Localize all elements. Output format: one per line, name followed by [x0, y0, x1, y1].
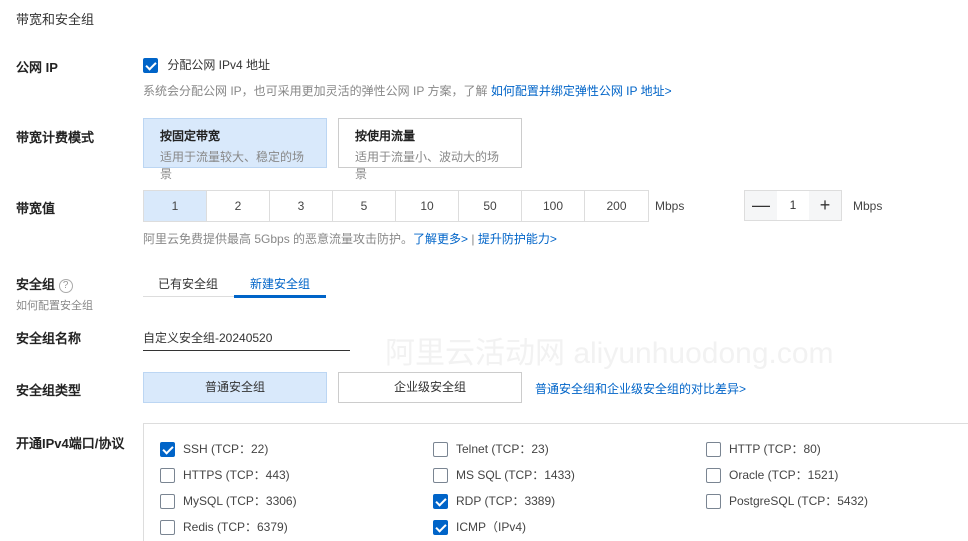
checkbox-checked-icon [433, 520, 448, 536]
port-label: MySQL (TCP：3306) [183, 494, 297, 508]
checkbox-unchecked-icon [706, 494, 721, 510]
port-label: Redis (TCP：6379) [183, 520, 288, 534]
label-text: 安全组 [16, 277, 56, 292]
stepper-input[interactable]: 1 [777, 191, 809, 220]
checkbox-checked-icon [143, 58, 158, 74]
billing-label: 带宽计费模式 [16, 130, 95, 145]
sg-name-label: 安全组名称 [16, 331, 82, 346]
watermark: 阿里云活动网 aliyunhuodong.com [385, 337, 834, 370]
sg-name-input[interactable]: 自定义安全组-20240520 [143, 329, 350, 351]
port-label: Telnet (TCP：23) [456, 442, 549, 456]
sg-type-label: 安全组类型 [16, 383, 82, 398]
bandwidth-option[interactable]: 1 [144, 191, 207, 221]
hint-text: 系统会分配公网 IP，也可采用更加灵活的弹性公网 IP 方案，了解 [143, 84, 491, 98]
port-checkbox[interactable]: RDP (TCP：3389) [433, 492, 556, 510]
security-group-help-text[interactable]: 如何配置安全组 [16, 297, 93, 313]
billing-traffic-card[interactable]: 按使用流量适用于流量小、波动大的场景 [338, 118, 522, 181]
port-checkbox[interactable]: HTTP (TCP：80) [706, 440, 821, 458]
port-checkbox[interactable]: Telnet (TCP：23) [433, 440, 549, 458]
checkbox-unchecked-icon [706, 442, 721, 458]
help-icon[interactable]: ? [58, 278, 73, 293]
checkbox-unchecked-icon [433, 442, 448, 458]
card-title: 按使用流量 [355, 129, 416, 143]
checkbox-unchecked-icon [433, 468, 448, 484]
sg-compare-link[interactable]: 普通安全组和企业级安全组的对比差异> [535, 380, 746, 397]
port-checkbox[interactable]: Oracle (TCP：1521) [706, 466, 839, 484]
checkbox-checked-icon [433, 494, 448, 510]
port-checkbox[interactable]: MS SQL (TCP：1433) [433, 466, 575, 484]
billing-fixed-card[interactable]: 按固定带宽适用于流量较大、稳定的场景 [143, 118, 327, 181]
card-desc: 适用于流量较大、稳定的场景 [160, 150, 305, 181]
port-label: PostgreSQL (TCP：5432) [729, 494, 868, 508]
tab-existing-sg[interactable]: 已有安全组 [158, 275, 218, 292]
card-title: 按固定带宽 [160, 129, 221, 143]
hint-text: 阿里云免费提供最高 5Gbps 的恶意流量攻击防护。 [143, 232, 414, 246]
bandwidth-option[interactable]: 50 [459, 191, 522, 221]
port-label: SSH (TCP：22) [183, 442, 269, 456]
ports-label: 开通IPv4端口/协议 [16, 436, 125, 451]
public-ip-label: 公网 IP [16, 60, 58, 75]
bandwidth-option[interactable]: 200 [585, 191, 648, 221]
minus-button[interactable]: — [745, 191, 777, 220]
plus-button[interactable]: + [809, 191, 841, 220]
security-group-label: 安全组 ? [16, 274, 73, 293]
separator: | [468, 232, 478, 246]
sg-type-normal[interactable]: 普通安全组 [143, 372, 327, 403]
port-checkbox[interactable]: MySQL (TCP：3306) [160, 492, 297, 510]
public-ip-checkbox-label: 分配公网 IPv4 地址 [167, 58, 271, 72]
stepper-unit: Mbps [853, 199, 883, 213]
port-checkbox[interactable]: Redis (TCP：6379) [160, 518, 288, 536]
bandwidth-stepper: — 1 + [744, 190, 842, 221]
bandwidth-selector: 1 2 3 5 10 50 100 200 [143, 190, 649, 222]
port-checkbox[interactable]: SSH (TCP：22) [160, 440, 269, 458]
bandwidth-hint: 阿里云免费提供最高 5Gbps 的恶意流量攻击防护。了解更多> | 提升防护能力… [143, 230, 557, 247]
bandwidth-option[interactable]: 10 [396, 191, 459, 221]
section-title: 带宽和安全组 [16, 12, 95, 27]
learn-more-link[interactable]: 了解更多> [413, 232, 468, 246]
checkbox-checked-icon [160, 442, 175, 458]
port-label: HTTPS (TCP：443) [183, 468, 290, 482]
tab-new-sg[interactable]: 新建安全组 [250, 275, 310, 292]
bandwidth-label: 带宽值 [16, 201, 56, 216]
checkbox-unchecked-icon [160, 468, 175, 484]
bandwidth-option[interactable]: 2 [207, 191, 270, 221]
bandwidth-unit: Mbps [655, 199, 685, 213]
port-label: Oracle (TCP：1521) [729, 468, 839, 482]
port-checkbox[interactable]: ICMP（IPv4) [433, 518, 527, 536]
bandwidth-option[interactable]: 100 [522, 191, 585, 221]
checkbox-unchecked-icon [706, 468, 721, 484]
public-ip-checkbox[interactable]: 分配公网 IPv4 地址 [143, 56, 271, 74]
active-tab-indicator [234, 295, 326, 298]
port-label: HTTP (TCP：80) [729, 442, 821, 456]
port-label: ICMP（IPv4) [456, 520, 527, 534]
tab-baseline [143, 296, 234, 297]
port-label: MS SQL (TCP：1433) [456, 468, 575, 482]
bandwidth-option[interactable]: 3 [270, 191, 333, 221]
port-checkbox[interactable]: HTTPS (TCP：443) [160, 466, 290, 484]
checkbox-unchecked-icon [160, 494, 175, 510]
public-ip-hint: 系统会分配公网 IP，也可采用更加灵活的弹性公网 IP 方案，了解 如何配置并绑… [143, 82, 672, 99]
checkbox-unchecked-icon [160, 520, 175, 536]
card-desc: 适用于流量小、波动大的场景 [355, 150, 500, 181]
port-checkbox[interactable]: PostgreSQL (TCP：5432) [706, 492, 868, 510]
eip-link[interactable]: 如何配置并绑定弹性公网 IP 地址> [491, 84, 672, 98]
upgrade-protection-link[interactable]: 提升防护能力> [478, 232, 557, 246]
bandwidth-option[interactable]: 5 [333, 191, 396, 221]
sg-type-enterprise[interactable]: 企业级安全组 [338, 372, 522, 403]
port-label: RDP (TCP：3389) [456, 494, 556, 508]
